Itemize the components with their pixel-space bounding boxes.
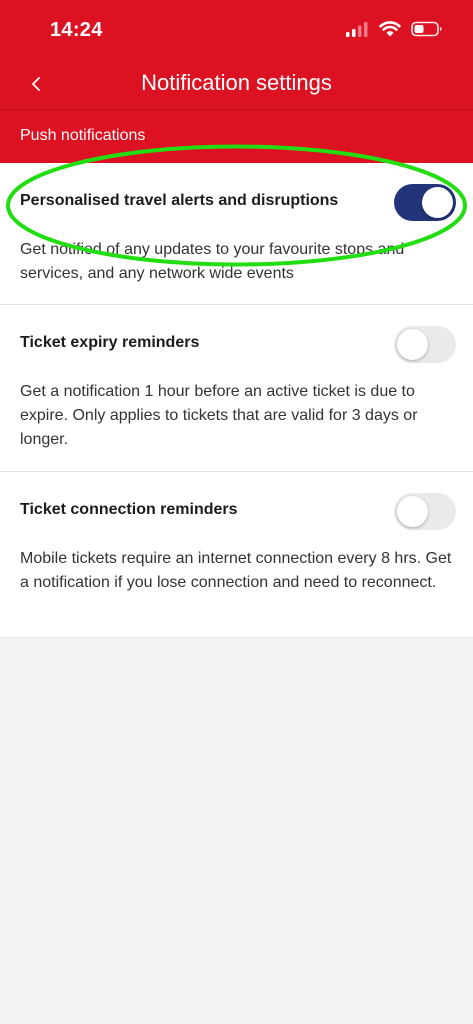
setting-description: Get notified of any updates to your favo… xyxy=(20,241,405,282)
toggle-knob xyxy=(397,329,428,360)
setting-description: Mobile tickets require an internet conne… xyxy=(20,550,452,591)
toggle-knob xyxy=(422,187,453,218)
setting-row-ticket-connection: Ticket connection reminders Mobile ticke… xyxy=(0,472,473,638)
app-header: 14:24 Notification settings Push notific… xyxy=(0,0,473,163)
ticket-connection-toggle[interactable] xyxy=(394,493,456,530)
setting-title: Personalised travel alerts and disruptio… xyxy=(20,192,339,209)
status-time: 14:24 xyxy=(50,19,103,41)
setting-title: Ticket connection reminders xyxy=(20,501,238,518)
section-header: Push notifications xyxy=(20,127,146,144)
screen: 14:24 Notification settings Push notific… xyxy=(0,0,473,1024)
travel-alerts-toggle[interactable] xyxy=(394,184,456,221)
setting-title: Ticket expiry reminders xyxy=(20,334,200,351)
battery-icon xyxy=(411,21,442,36)
toggle-knob xyxy=(397,496,428,527)
ticket-expiry-toggle[interactable] xyxy=(394,326,456,363)
page-title: Notification settings xyxy=(141,70,332,95)
header-divider xyxy=(0,109,473,110)
status-bar: 14:24 xyxy=(0,0,473,60)
wifi-icon xyxy=(379,21,401,37)
status-icons xyxy=(345,20,443,37)
navigation-bar: Notification settings xyxy=(0,60,473,108)
settings-list: Personalised travel alerts and disruptio… xyxy=(0,163,473,638)
setting-row-ticket-expiry: Ticket expiry reminders Get a notificati… xyxy=(0,305,473,472)
cellular-signal-icon xyxy=(346,21,368,37)
setting-row-travel-alerts: Personalised travel alerts and disruptio… xyxy=(0,163,473,305)
setting-description: Get a notification 1 hour before an acti… xyxy=(20,383,418,448)
